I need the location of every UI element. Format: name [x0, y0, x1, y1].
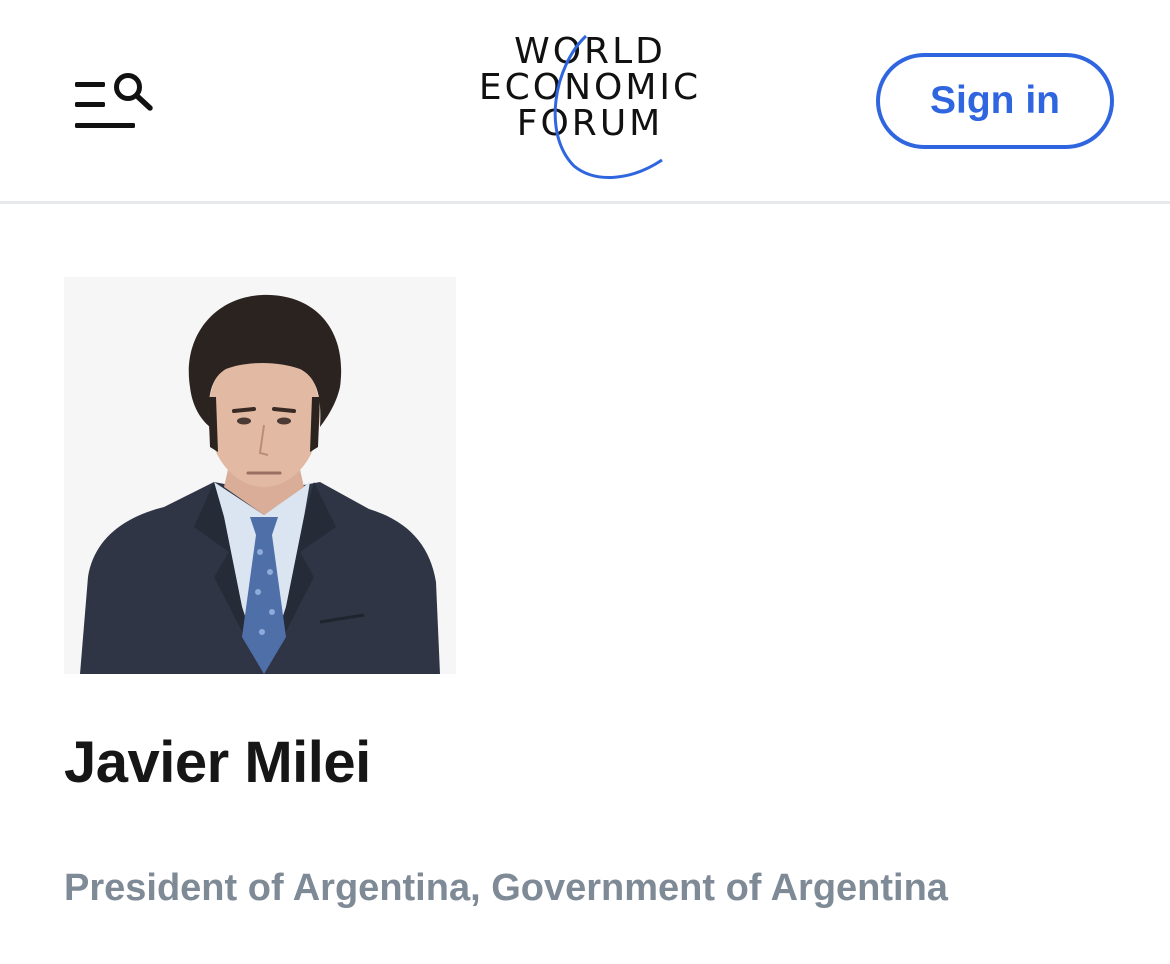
menu-search-icon — [75, 73, 153, 128]
menu-search-button[interactable] — [70, 66, 160, 138]
wef-logo[interactable]: WORLD ECONOMIC FORUM — [462, 30, 718, 186]
logo-line-forum: FORUM — [516, 103, 664, 144]
sign-in-button[interactable]: Sign in — [876, 53, 1114, 149]
site-header: WORLD ECONOMIC FORUM Sign in — [0, 0, 1170, 204]
person-position: President of Argentina, Government of Ar… — [64, 867, 948, 909]
menu-icon — [75, 82, 135, 128]
search-icon — [114, 73, 153, 111]
profile-photo — [64, 277, 456, 674]
logo-line-world: WORLD — [514, 31, 666, 72]
person-name: Javier Milei — [64, 730, 371, 795]
logo-line-economic: ECONOMIC — [478, 67, 702, 108]
person-portrait-icon — [64, 277, 456, 674]
